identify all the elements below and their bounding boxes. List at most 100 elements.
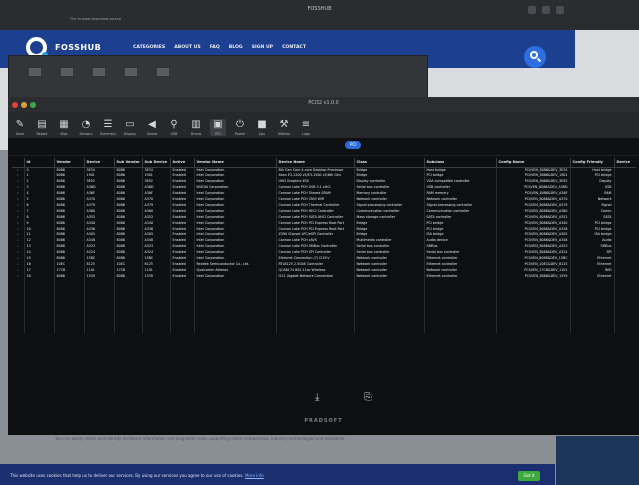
nav-sign-up[interactable]: SIGN UP bbox=[252, 45, 273, 50]
toolbar-utilities-button[interactable]: ⚒ Utilities bbox=[276, 119, 292, 136]
bg-tool-3[interactable] bbox=[93, 68, 105, 76]
power-icon: ⏻ bbox=[236, 119, 244, 130]
browser-reload-button[interactable] bbox=[556, 6, 564, 14]
document-icon: ▤ bbox=[37, 119, 47, 130]
column-header[interactable]: Active bbox=[170, 158, 195, 168]
bottom-icon-bar: ⤓ ⎘ bbox=[8, 392, 639, 406]
bg-tool-1[interactable] bbox=[29, 68, 41, 76]
empty-cell bbox=[24, 326, 55, 333]
toolbar-sensors-button[interactable]: ◔ Sensors bbox=[78, 119, 94, 136]
toolbar-label: PCI bbox=[215, 132, 221, 136]
toolbar-usb-button[interactable]: ⚲ USB bbox=[166, 119, 182, 136]
empty-row bbox=[12, 326, 636, 333]
column-header[interactable]: Vendor bbox=[54, 158, 85, 168]
download-icon[interactable]: ⤓ bbox=[315, 392, 319, 403]
drive-icon: ▥ bbox=[191, 119, 201, 130]
cookie-accept-button[interactable]: Got it bbox=[518, 471, 540, 481]
usb-icon: ⚲ bbox=[170, 119, 178, 130]
column-header[interactable]: Class bbox=[354, 158, 425, 168]
empty-cell bbox=[54, 326, 85, 333]
monitor-icon: ▭ bbox=[125, 119, 135, 130]
browser-url[interactable]: The trusted download source bbox=[70, 17, 240, 21]
pencil-icon: ✎ bbox=[15, 119, 25, 130]
column-header[interactable]: Sub Vendor bbox=[114, 158, 143, 168]
toolbar-sound-button[interactable]: ◀ Sound bbox=[144, 119, 160, 136]
column-header[interactable]: Id bbox=[24, 158, 55, 168]
column-header[interactable] bbox=[12, 158, 25, 168]
empty-cell bbox=[570, 326, 615, 333]
toolbar-logs-button[interactable]: ≡ Logs bbox=[298, 119, 314, 136]
toolbar-label: Display bbox=[123, 132, 137, 136]
toolbar-power-button[interactable]: ⏻ Power bbox=[232, 119, 248, 136]
column-header[interactable]: Config Name bbox=[496, 158, 571, 168]
fosshub-nav: CATEGORIES ABOUT US FAQ BLOG SIGN UP CON… bbox=[133, 45, 306, 50]
cookie-message: This website uses cookies that help us t… bbox=[10, 473, 244, 478]
chip-icon: ▦ bbox=[59, 119, 69, 130]
table-cell: Cannon Lake PCH SATA AHCI Controller bbox=[276, 214, 355, 221]
wrench-icon: ⚒ bbox=[279, 119, 289, 130]
nav-blog[interactable]: BLOG bbox=[229, 45, 243, 50]
empty-cell bbox=[142, 326, 171, 333]
nav-categories[interactable]: CATEGORIES bbox=[133, 45, 165, 50]
toolbar-label: Drives bbox=[190, 132, 202, 136]
toolbar-label: Power bbox=[235, 132, 245, 136]
column-header[interactable]: Config Friendly bbox=[570, 158, 615, 168]
column-header[interactable]: Device bbox=[614, 158, 636, 168]
column-header[interactable]: Device Name bbox=[276, 158, 355, 168]
toolbar-summary-button[interactable]: ☰ Summary bbox=[100, 119, 116, 136]
toolbar-display-button[interactable]: ▭ Display bbox=[122, 119, 138, 136]
browser-back-button[interactable] bbox=[528, 6, 536, 14]
toolbar-label: Bios bbox=[60, 132, 68, 136]
nav-contact[interactable]: CONTACT bbox=[282, 45, 306, 50]
column-header[interactable]: Vendor Name bbox=[194, 158, 277, 168]
toolbar-label: Report bbox=[36, 132, 48, 136]
toolbar-label: USB bbox=[170, 132, 178, 136]
column-header[interactable]: Subclass bbox=[424, 158, 497, 168]
toolbar-report-button[interactable]: ▤ Report bbox=[34, 119, 50, 136]
desktop-background bbox=[556, 436, 639, 485]
table-cell: Cannon Lake PCH PCI Express Root Port bbox=[276, 220, 355, 227]
pci-tab-pill[interactable]: PCI bbox=[345, 141, 362, 149]
bg-tool-4[interactable] bbox=[125, 68, 137, 76]
column-header[interactable]: Sub Device bbox=[142, 158, 171, 168]
empty-cell bbox=[194, 326, 277, 333]
toolbar-label: Save bbox=[15, 132, 25, 136]
toolbar-drives-button[interactable]: ▥ Drives bbox=[188, 119, 204, 136]
empty-cell bbox=[84, 326, 115, 333]
table-header-row: Id Vendor Device Sub Vendor Sub Device Active… bbox=[12, 158, 636, 168]
search-icon-handle bbox=[536, 57, 542, 63]
toolbar-pci-button[interactable]: ▣ PCI bbox=[210, 119, 226, 136]
toolbar-label: Summary bbox=[100, 132, 116, 136]
background-app-window bbox=[8, 55, 428, 100]
app-title-bar: PCI32 v1.0.0 bbox=[8, 98, 639, 112]
cookie-text: This website uses cookies that help us t… bbox=[10, 473, 264, 478]
nav-faq[interactable]: FAQ bbox=[210, 45, 220, 50]
cookie-more-link[interactable]: More info bbox=[245, 473, 264, 478]
toolbar-label: Utilities bbox=[277, 132, 291, 136]
log-icon: ≡ bbox=[301, 119, 311, 130]
list-icon: ☰ bbox=[103, 119, 113, 130]
browser-buttons bbox=[528, 6, 564, 14]
toolbar-cpu-button[interactable]: ■ Cpu bbox=[254, 119, 270, 136]
brand-footer: PRADSOFT bbox=[304, 418, 343, 424]
toolbar-label: Logs bbox=[302, 132, 310, 136]
search-button[interactable] bbox=[524, 46, 546, 68]
pci-icon: ▣ bbox=[213, 119, 223, 130]
empty-cell bbox=[496, 326, 571, 333]
app-toolbar: ✎ Save ▤ Report ▦ Bios ◔ Sensors ☰ Summary ▭ Displa… bbox=[8, 112, 639, 138]
pci-subbar: PCI bbox=[8, 138, 639, 156]
fosshub-logo-text[interactable]: FOSSHUB bbox=[55, 43, 101, 52]
speaker-icon: ◀ bbox=[148, 119, 156, 130]
browser-forward-button[interactable] bbox=[542, 6, 550, 14]
column-header[interactable]: Device bbox=[84, 158, 115, 168]
gauge-icon: ◔ bbox=[81, 119, 91, 130]
toolbar-save-button[interactable]: ✎ Save bbox=[12, 119, 28, 136]
cpu-icon: ■ bbox=[257, 119, 267, 130]
bg-tool-2[interactable] bbox=[61, 68, 73, 76]
export-icon[interactable]: ⎘ bbox=[364, 392, 372, 403]
nav-about-us[interactable]: ABOUT US bbox=[174, 45, 200, 50]
background-toolbar bbox=[29, 68, 169, 76]
toolbar-label: Sensors bbox=[79, 132, 93, 136]
toolbar-bios-button[interactable]: ▦ Bios bbox=[56, 119, 72, 136]
bg-tool-5[interactable] bbox=[157, 68, 169, 76]
